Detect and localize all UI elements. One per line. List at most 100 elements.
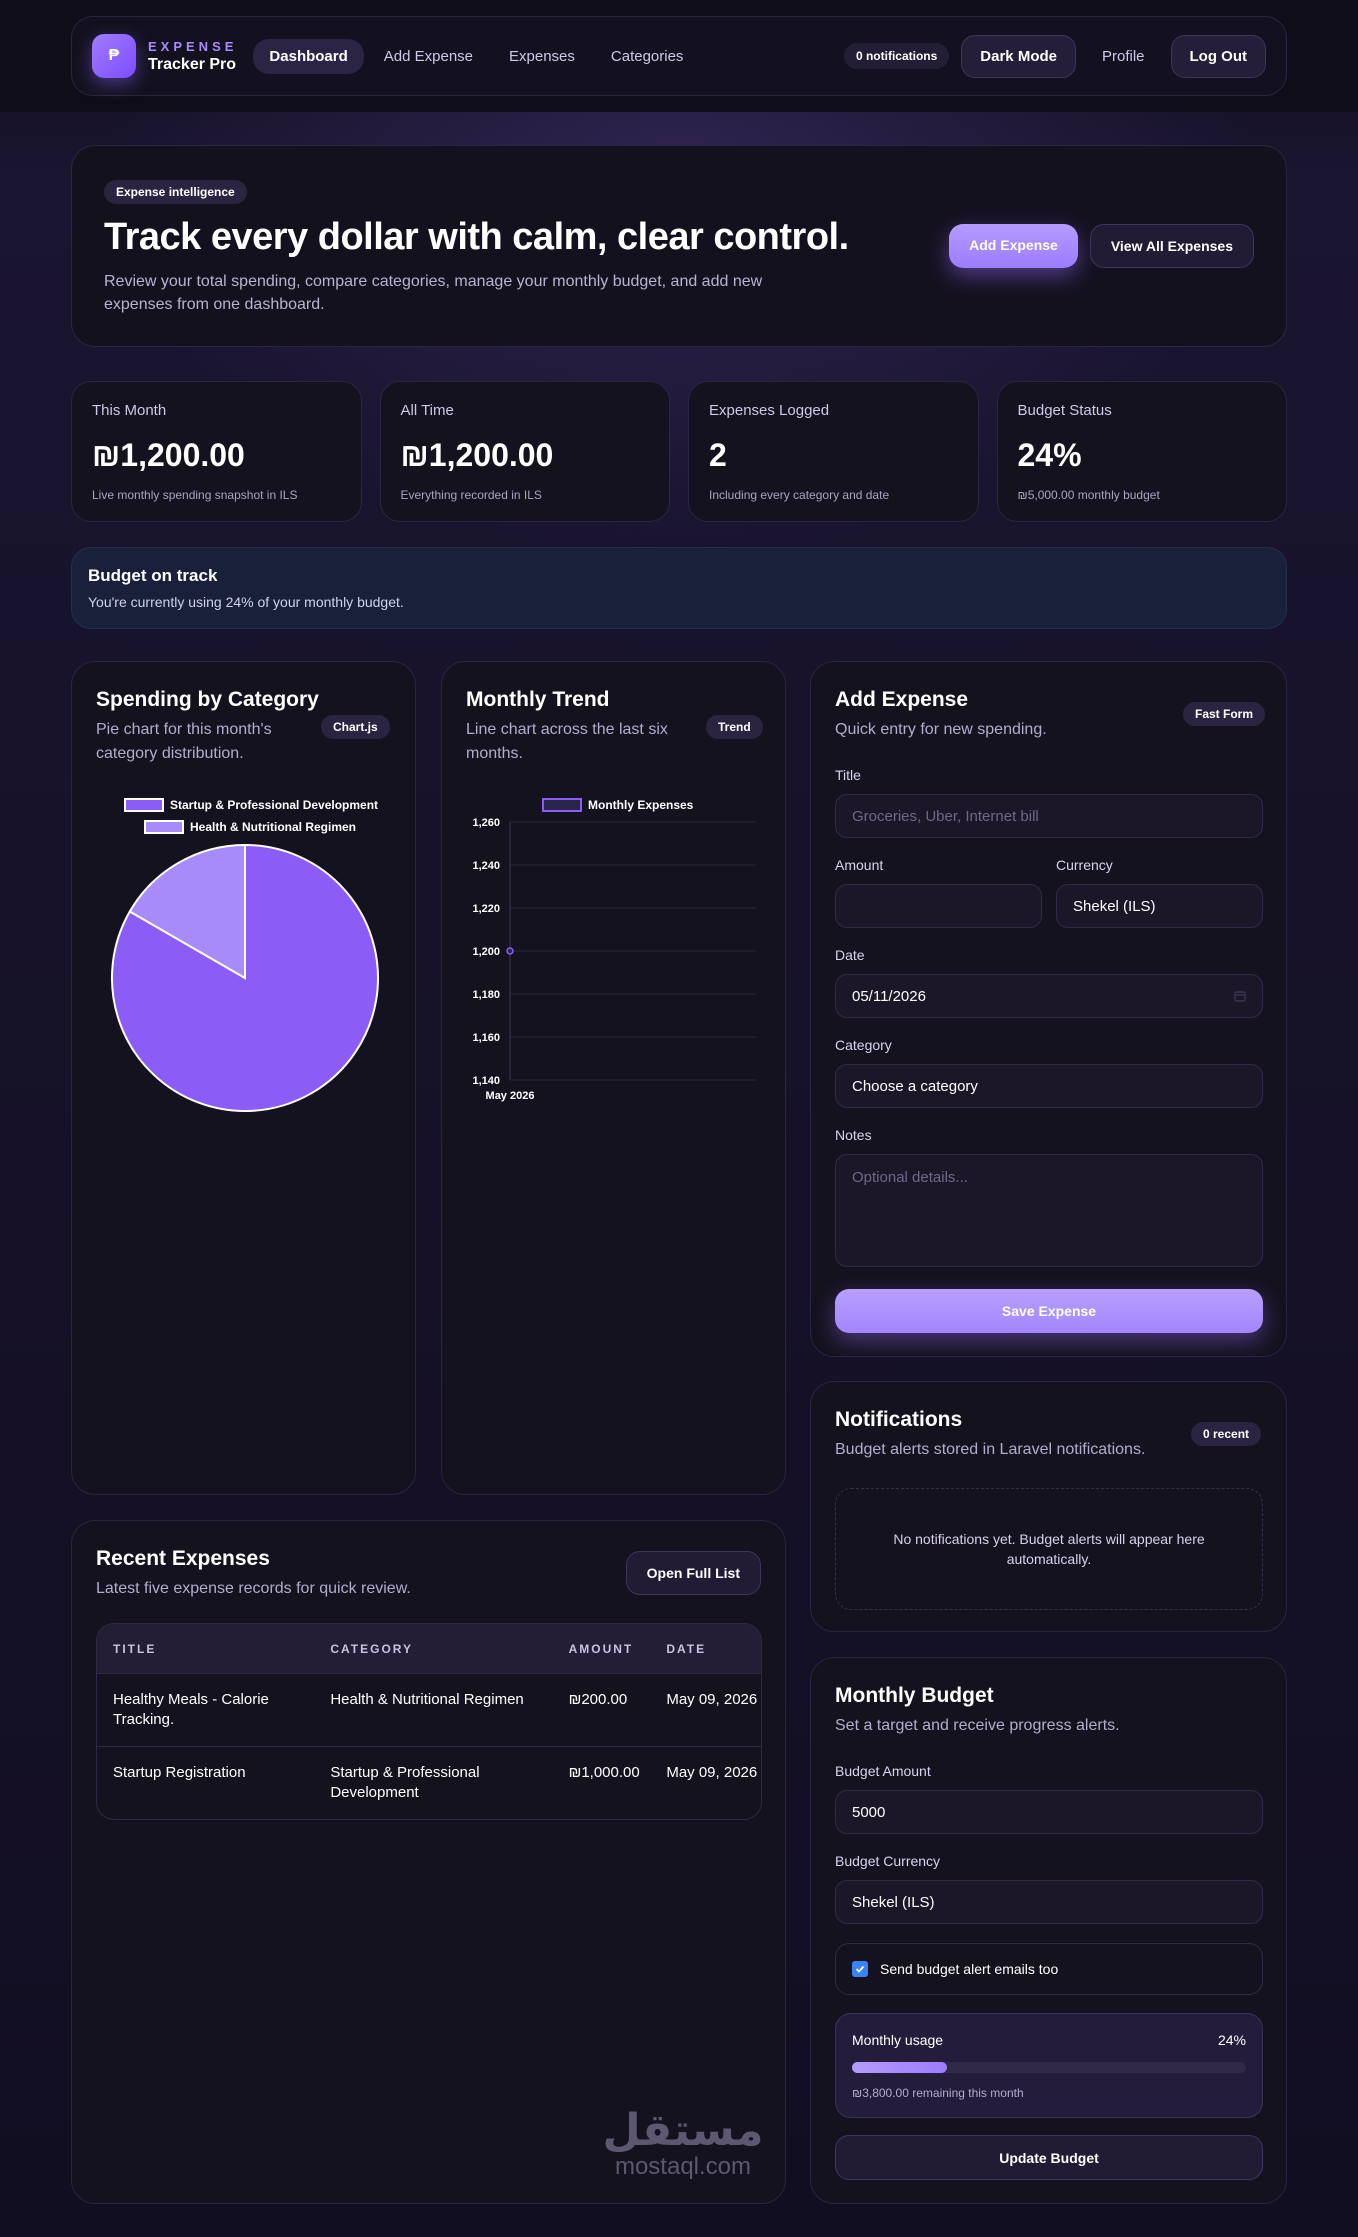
navbar: ₱ EXPENSE Tracker Pro Dashboard Add Expe… (71, 16, 1287, 96)
checkbox-checked-icon[interactable] (852, 1961, 868, 1977)
card-subtitle: Quick entry for new spending. (835, 721, 1047, 738)
y-tick-label: 1,180 (472, 989, 500, 1001)
column-header: DATE (666, 1641, 707, 1656)
usage-remaining: ₪3,800.00 remaining this month (852, 2086, 1024, 2100)
nav-link-expenses[interactable]: Expenses (493, 39, 591, 74)
column-header: TITLE (113, 1641, 157, 1656)
y-tick-label: 1,220 (472, 903, 500, 915)
table-header: TITLE CATEGORY AMOUNT DATE (97, 1624, 761, 1673)
category-select[interactable]: Choose a category (835, 1064, 1263, 1108)
stat-sub: Live monthly spending snapshot in ILS (92, 488, 298, 502)
card-title: Notifications (835, 1408, 963, 1431)
stat-sub: ₪5,000.00 monthly budget (1017, 488, 1160, 502)
recent-expenses-table: TITLE CATEGORY AMOUNT DATE Healthy Meals… (96, 1623, 762, 1820)
brand-bottom: Tracker Pro (148, 55, 237, 73)
cell-date: May 09, 2026 (666, 1764, 758, 1781)
date-input[interactable]: 05/11/2026 (835, 974, 1263, 1018)
open-full-list-button[interactable]: Open Full List (625, 1551, 761, 1595)
nav-link-add-expense[interactable]: Add Expense (368, 39, 489, 74)
logo-char: ₱ (108, 47, 120, 64)
budget-amount-input[interactable]: 5000 (835, 1790, 1263, 1834)
notes-label: Notes (835, 1127, 872, 1143)
usage-panel: Monthly usage 24% ₪3,800.00 remaining th… (835, 2013, 1263, 2118)
cell-amount: ₪1,000.00 (568, 1764, 640, 1781)
watermark-latin: mostaql.com (614, 2153, 752, 2180)
save-expense-button[interactable]: Save Expense (835, 1289, 1263, 1333)
monthly-budget-card: Monthly Budget Set a target and receive … (810, 1657, 1287, 2204)
stat-budget-status: Budget Status 24% ₪5,000.00 monthly budg… (996, 381, 1287, 522)
brand-top: EXPENSE (148, 38, 238, 54)
dark-mode-button[interactable]: Dark Mode (961, 34, 1076, 78)
brand-logo-icon[interactable]: ₱ (92, 34, 136, 78)
column-header: CATEGORY (330, 1641, 413, 1656)
nav-link-categories[interactable]: Categories (595, 39, 700, 74)
fast-form-tag: Fast Form (1183, 702, 1266, 726)
cell-title: Startup Registration (113, 1764, 246, 1781)
stat-label: Expenses Logged (709, 402, 830, 419)
stat-label: This Month (92, 402, 167, 419)
watermark-arabic: مستقل (602, 2105, 764, 2156)
card-title: Add Expense (835, 688, 969, 711)
notes-textarea[interactable]: Optional details... (835, 1154, 1263, 1267)
category-chart-card: Spending by Category Pie chart for this … (71, 661, 416, 1495)
hero-panel: Expense intelligence Track every dollar … (71, 145, 1287, 347)
stat-this-month: This Month ₪1,200.00 Live monthly spendi… (71, 381, 362, 522)
x-tick-label: May 2026 (486, 1090, 535, 1102)
card-subtitle: Latest five expense records for quick re… (96, 1580, 411, 1597)
pie-chart[interactable] (72, 662, 417, 1496)
data-point[interactable] (506, 947, 514, 955)
stat-all-time: All Time ₪1,200.00 Everything recorded i… (379, 381, 670, 522)
card-subtitle: Budget alerts stored in Laravel notifica… (835, 1441, 1146, 1458)
stat-value: 2 (709, 437, 727, 473)
budget-currency-label: Budget Currency (835, 1853, 941, 1869)
usage-track (852, 2062, 1246, 2073)
title-input[interactable]: Groceries, Uber, Internet bill (835, 794, 1263, 838)
logout-button[interactable]: Log Out (1170, 34, 1266, 78)
table-row[interactable]: Healthy Meals - Calorie Tracking. Health… (97, 1673, 761, 1746)
notifications-empty-state: No notifications yet. Budget alerts will… (835, 1488, 1263, 1610)
date-label: Date (835, 947, 865, 963)
card-title: Monthly Budget (835, 1684, 994, 1707)
recent-expenses-card: Recent Expenses Latest five expense reco… (71, 1520, 786, 2204)
stat-label: Budget Status (1017, 402, 1112, 419)
cell-date: May 09, 2026 (666, 1691, 758, 1708)
alert-title: Budget on track (88, 566, 218, 585)
cell-title: Healthy Meals - Calorie Tracking. (113, 1691, 269, 1728)
card-subtitle: Set a target and receive progress alerts… (835, 1717, 1120, 1734)
y-tick-label: 1,160 (472, 1032, 500, 1044)
recent-count-tag: 0 recent (1191, 1422, 1262, 1446)
cell-amount: ₪200.00 (568, 1691, 628, 1708)
stat-label: All Time (400, 402, 454, 419)
y-tick-label: 1,240 (472, 860, 500, 872)
notifications-badge[interactable]: 0 notifications (843, 43, 950, 69)
budget-amount-label: Budget Amount (835, 1763, 931, 1779)
currency-label: Currency (1056, 857, 1113, 873)
stat-sub: Everything recorded in ILS (400, 488, 542, 502)
view-all-expenses-button[interactable]: View All Expenses (1089, 224, 1254, 268)
currency-select[interactable]: Shekel (ILS) (1056, 884, 1263, 928)
card-title: Recent Expenses (96, 1547, 270, 1570)
amount-input[interactable] (835, 884, 1042, 928)
amount-label: Amount (835, 857, 884, 873)
brand[interactable]: EXPENSE Tracker Pro (148, 39, 237, 74)
email-alert-toggle[interactable]: Send budget alert emails too (835, 1943, 1263, 1995)
add-expense-card: Add Expense Quick entry for new spending… (810, 661, 1287, 1357)
y-tick-label: 1,260 (472, 817, 500, 829)
category-label: Category (835, 1037, 892, 1053)
update-budget-button[interactable]: Update Budget (835, 2135, 1263, 2180)
stat-expenses-logged: Expenses Logged 2 Including every catego… (688, 381, 979, 522)
column-header: AMOUNT (568, 1641, 634, 1656)
stats-row: This Month ₪1,200.00 Live monthly spendi… (71, 381, 1287, 522)
nav-link-dashboard[interactable]: Dashboard (253, 38, 364, 74)
y-tick-label: 1,200 (472, 946, 500, 958)
email-alert-label: Send budget alert emails too (880, 1961, 1059, 1977)
stat-value: ₪1,200.00 (400, 437, 554, 473)
line-chart[interactable]: 1,260 1,240 1,220 1,200 1,180 1,160 1,140 May 2… (442, 662, 787, 1496)
hero-add-expense-button[interactable]: Add Expense (949, 224, 1078, 268)
budget-alert: Budget on track You're currently using 2… (71, 547, 1287, 629)
budget-currency-select[interactable]: Shekel (ILS) (835, 1880, 1263, 1924)
profile-link[interactable]: Profile (1088, 48, 1159, 65)
calendar-icon[interactable] (1234, 990, 1246, 1002)
table-row[interactable]: Startup Registration Startup & Professio… (97, 1746, 761, 1819)
date-value: 05/11/2026 (852, 987, 926, 1005)
